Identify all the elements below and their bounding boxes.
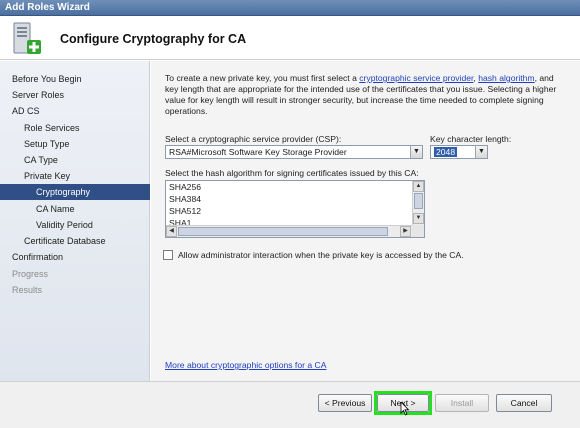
- nav-item-certificate-database[interactable]: Certificate Database: [0, 233, 150, 249]
- list-item[interactable]: SHA1: [166, 217, 424, 225]
- server-add-icon: [13, 22, 41, 54]
- nav-item-validity-period[interactable]: Validity Period: [0, 217, 150, 233]
- admin-interaction-checkbox[interactable]: [163, 250, 173, 260]
- nav-item-before-you-begin[interactable]: Before You Begin: [0, 71, 150, 87]
- vertical-scrollbar[interactable]: ▲ ▼: [412, 181, 424, 225]
- nav-item-private-key[interactable]: Private Key: [0, 168, 150, 184]
- previous-button[interactable]: < Previous: [318, 394, 372, 412]
- chevron-down-icon[interactable]: ▼: [475, 146, 487, 158]
- nav-item-progress: Progress: [12, 269, 49, 279]
- nav-item-server-roles[interactable]: Server Roles: [0, 87, 150, 103]
- wizard-footer: [0, 381, 580, 428]
- scroll-left-arrow-icon[interactable]: ◀: [166, 226, 177, 237]
- page-title: Configure Cryptography for CA: [60, 32, 247, 46]
- nav-item-ca-type[interactable]: CA Type: [0, 152, 150, 168]
- nav-item-results: Results: [12, 285, 43, 295]
- mouse-pointer-icon: [400, 402, 410, 416]
- key-length-selected-value: 2048: [434, 147, 458, 157]
- nav-item-ca-name[interactable]: CA Name: [0, 201, 150, 217]
- key-length-dropdown[interactable]: 2048 ▼: [430, 145, 488, 159]
- nav-item-role-services[interactable]: Role Services: [0, 120, 150, 136]
- csp-dropdown[interactable]: RSA#Microsoft Software Key Storage Provi…: [165, 145, 423, 159]
- intro-text-part1: To create a new private key, you must fi…: [165, 73, 360, 83]
- window-title: Add Roles Wizard: [5, 2, 90, 13]
- vertical-scroll-thumb[interactable]: [414, 193, 423, 209]
- hash-algorithm-label: Select the hash algorithm for signing ce…: [165, 168, 419, 178]
- more-about-crypto-link[interactable]: More about cryptographic options for a C…: [165, 360, 326, 370]
- wizard-steps-nav: Before You Begin Server Roles AD CS Role…: [0, 61, 150, 381]
- scroll-right-arrow-icon[interactable]: ▶: [400, 226, 411, 237]
- intro-text: To create a new private key, you must fi…: [165, 73, 560, 117]
- csp-help-link[interactable]: cryptographic service provider: [359, 73, 473, 83]
- list-item[interactable]: SHA256: [166, 181, 424, 193]
- hash-algorithm-help-link[interactable]: hash algorithm: [478, 73, 534, 83]
- install-button: Install: [435, 394, 489, 412]
- nav-item-setup-type[interactable]: Setup Type: [0, 136, 150, 152]
- csp-selected-value: RSA#Microsoft Software Key Storage Provi…: [169, 147, 347, 157]
- hash-algorithm-list[interactable]: SHA256 SHA384 SHA512 SHA1 ▲ ▼ ◀ ▶: [165, 180, 425, 238]
- horizontal-scrollbar[interactable]: ◀ ▶: [166, 225, 412, 237]
- scroll-up-arrow-icon[interactable]: ▲: [413, 181, 424, 192]
- nav-item-cryptography[interactable]: Cryptography: [0, 184, 150, 200]
- list-item[interactable]: SHA384: [166, 193, 424, 205]
- nav-item-ad-cs[interactable]: AD CS: [0, 103, 150, 119]
- csp-label: Select a cryptographic service provider …: [165, 134, 342, 144]
- cancel-button[interactable]: Cancel: [496, 394, 552, 412]
- scrollbar-corner: [412, 225, 424, 237]
- key-length-label: Key character length:: [430, 134, 512, 144]
- window-title-bar[interactable]: Add Roles Wizard: [0, 0, 580, 16]
- chevron-down-icon[interactable]: ▼: [410, 146, 422, 158]
- horizontal-scroll-thumb[interactable]: [178, 227, 388, 236]
- list-item[interactable]: SHA512: [166, 205, 424, 217]
- nav-item-confirmation[interactable]: Confirmation: [0, 249, 150, 265]
- scroll-down-arrow-icon[interactable]: ▼: [413, 213, 424, 224]
- admin-interaction-label[interactable]: Allow administrator interaction when the…: [178, 250, 464, 260]
- wizard-header: Configure Cryptography for CA: [0, 16, 580, 60]
